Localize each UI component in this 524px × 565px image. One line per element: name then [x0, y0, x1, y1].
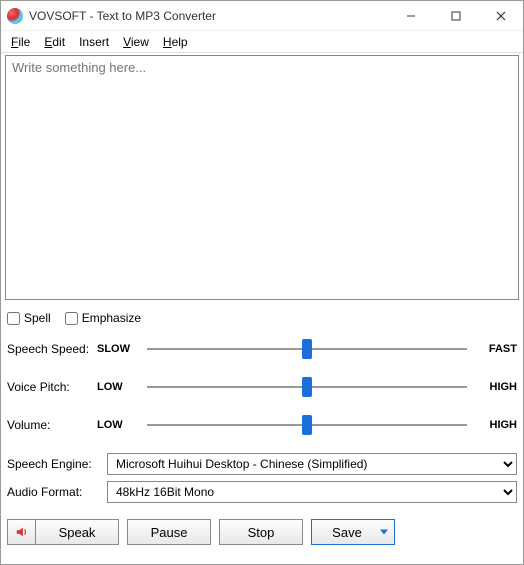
combo-section: Speech Engine: Microsoft Huihui Desktop … [1, 453, 523, 509]
format-label: Audio Format: [7, 485, 107, 499]
speaker-icon-button[interactable] [7, 519, 35, 545]
volume-slider-thumb[interactable] [302, 415, 312, 435]
pitch-slider-thumb[interactable] [302, 377, 312, 397]
menu-view[interactable]: View [117, 33, 155, 51]
window-title: VOVSOFT - Text to MP3 Converter [29, 9, 388, 23]
pitch-min: LOW [97, 381, 141, 393]
window-controls [388, 1, 523, 31]
speaker-icon [15, 525, 29, 539]
menu-edit[interactable]: Edit [38, 33, 71, 51]
speak-button-group: Speak [7, 519, 119, 545]
emphasize-checkbox[interactable] [65, 312, 78, 325]
menu-help[interactable]: Help [157, 33, 194, 51]
emphasize-checkbox-label[interactable]: Emphasize [65, 311, 141, 325]
text-input-area [5, 55, 519, 303]
save-button-label: Save [332, 525, 362, 540]
speed-slider-row: Speech Speed: SLOW FAST [7, 339, 517, 359]
spell-label-text: Spell [24, 311, 51, 325]
title-bar: VOVSOFT - Text to MP3 Converter [1, 1, 523, 31]
main-textarea[interactable] [5, 55, 519, 300]
minimize-button[interactable] [388, 1, 433, 31]
speed-label: Speech Speed: [7, 342, 97, 356]
spell-checkbox[interactable] [7, 312, 20, 325]
format-row: Audio Format: 48kHz 16Bit Mono [7, 481, 517, 503]
format-select[interactable]: 48kHz 16Bit Mono [107, 481, 517, 503]
menu-insert[interactable]: Insert [73, 33, 115, 51]
stop-button[interactable]: Stop [219, 519, 303, 545]
pitch-slider-row: Voice Pitch: LOW HIGH [7, 377, 517, 397]
pause-button[interactable]: Pause [127, 519, 211, 545]
app-icon [7, 8, 23, 24]
menu-bar: File Edit Insert View Help [1, 31, 523, 53]
volume-label: Volume: [7, 418, 97, 432]
volume-max: HIGH [473, 419, 517, 431]
engine-select[interactable]: Microsoft Huihui Desktop - Chinese (Simp… [107, 453, 517, 475]
volume-min: LOW [97, 419, 141, 431]
speed-slider[interactable] [147, 339, 467, 359]
engine-row: Speech Engine: Microsoft Huihui Desktop … [7, 453, 517, 475]
save-button[interactable]: Save [311, 519, 395, 545]
pitch-slider[interactable] [147, 377, 467, 397]
speed-slider-thumb[interactable] [302, 339, 312, 359]
close-button[interactable] [478, 1, 523, 31]
chevron-down-icon [380, 530, 388, 535]
speed-min: SLOW [97, 343, 141, 355]
pitch-label: Voice Pitch: [7, 380, 97, 394]
button-row: Speak Pause Stop Save [1, 509, 523, 553]
volume-slider-row: Volume: LOW HIGH [7, 415, 517, 435]
emphasize-label-text: Emphasize [82, 311, 141, 325]
speak-button[interactable]: Speak [35, 519, 119, 545]
menu-file[interactable]: File [5, 33, 36, 51]
sliders-section: Speech Speed: SLOW FAST Voice Pitch: LOW… [1, 335, 523, 453]
spell-checkbox-label[interactable]: Spell [7, 311, 51, 325]
engine-label: Speech Engine: [7, 457, 107, 471]
volume-slider[interactable] [147, 415, 467, 435]
speed-max: FAST [473, 343, 517, 355]
checkbox-row: Spell Emphasize [1, 305, 523, 335]
maximize-button[interactable] [433, 1, 478, 31]
pitch-max: HIGH [473, 381, 517, 393]
